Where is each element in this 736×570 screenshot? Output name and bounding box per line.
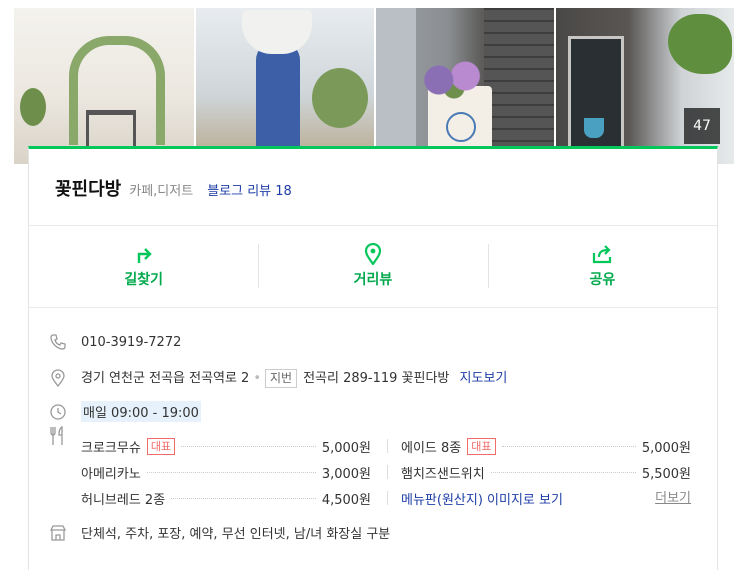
photo-1[interactable] xyxy=(14,8,194,164)
menu-row: 크로크무슈 대표 5,000원 에이드 8종 대표 5,000원 xyxy=(81,435,701,457)
menu-item-price: 4,500원 xyxy=(321,492,371,508)
fork-knife-icon xyxy=(50,426,63,445)
facilities-text: 단체석, 주차, 포장, 예약, 무선 인터넷, 남/녀 화장실 구분 xyxy=(81,527,391,542)
share-button[interactable]: 공유 xyxy=(487,226,717,306)
menu-item[interactable]: 크로크무슈 대표 5,000원 xyxy=(81,435,371,457)
address-row: 경기 연천군 전곡읍 전곡역로 2 • 지번 전곡리 289-119 꽃핀다방 지도보… xyxy=(49,367,507,388)
phone-number[interactable]: 010-3919-7272 xyxy=(81,335,181,350)
map-link[interactable]: 지도보기 xyxy=(460,371,508,386)
menu-row: 허니브레드 2종 4,500원 메뉴판(원산지) 이미지로 보기 더보기 xyxy=(81,487,701,509)
store-icon xyxy=(49,524,67,541)
blog-review-link[interactable]: 블로그 리뷰 18 xyxy=(207,180,292,199)
photo-count-badge[interactable]: 47 xyxy=(684,108,720,144)
place-title[interactable]: 꽃핀다방 xyxy=(55,175,121,201)
menu-item-price: 5,000원 xyxy=(321,440,371,456)
jibun-badge: 지번 xyxy=(265,369,298,388)
signature-badge: 대표 xyxy=(146,437,176,455)
separator-dot: • xyxy=(253,371,261,386)
place-category: 카페,디저트 xyxy=(129,184,194,199)
location-icon xyxy=(51,368,65,387)
facilities-row: 단체석, 주차, 포장, 예약, 무선 인터넷, 남/녀 화장실 구분 xyxy=(49,523,390,542)
menu-item-price: 5,500원 xyxy=(641,466,691,482)
menu-item[interactable]: 햄치즈샌드위치 5,500원 xyxy=(401,461,691,483)
more-link[interactable]: 더보기 xyxy=(655,487,691,506)
menu-item-name: 크로크무슈 xyxy=(81,440,141,456)
menu-image-row: 메뉴판(원산지) 이미지로 보기 더보기 xyxy=(401,487,691,509)
menu-item[interactable]: 허니브레드 2종 4,500원 xyxy=(81,487,371,509)
menu-item-name: 에이드 8종 xyxy=(401,440,462,456)
menu-item[interactable]: 에이드 8종 대표 5,000원 xyxy=(401,435,691,457)
share-icon xyxy=(593,245,612,264)
street-view-label: 거리뷰 xyxy=(353,272,393,288)
photo-2[interactable] xyxy=(196,8,374,164)
road-address: 경기 연천군 전곡읍 전곡역로 2 xyxy=(81,371,250,386)
menu-item-price: 5,000원 xyxy=(641,440,691,456)
share-label: 공유 xyxy=(589,272,616,288)
hours-row: 매일 09:00 - 19:00 xyxy=(49,401,201,422)
directions-label: 길찾기 xyxy=(124,272,163,288)
photo-3[interactable] xyxy=(376,8,554,164)
menu-image-link[interactable]: 메뉴판(원산지) 이미지로 보기 xyxy=(401,489,563,508)
street-view-button[interactable]: 거리뷰 xyxy=(258,226,487,306)
menu-item[interactable]: 아메리카노 3,000원 xyxy=(81,461,371,483)
phone-icon xyxy=(50,334,66,350)
place-header: 꽃핀다방 카페,디저트 블로그 리뷰 18 xyxy=(55,175,292,201)
phone-row: 010-3919-7272 xyxy=(49,333,181,351)
business-hours[interactable]: 매일 09:00 - 19:00 xyxy=(81,401,201,422)
jibun-address: 전곡리 289-119 꽃핀다방 xyxy=(303,371,450,386)
photo-strip[interactable]: 47 xyxy=(14,8,734,164)
location-pin-icon xyxy=(364,243,382,265)
place-card: 꽃핀다방 카페,디저트 블로그 리뷰 18 길찾기 거리뷰 공유 010-391… xyxy=(28,146,718,570)
photo-4[interactable]: 47 xyxy=(556,8,734,164)
menu-item-name: 햄치즈샌드위치 xyxy=(401,466,485,482)
menu-item-price: 3,000원 xyxy=(321,466,371,482)
directions-button[interactable]: 길찾기 xyxy=(29,226,258,306)
menu-item-name: 허니브레드 2종 xyxy=(81,492,166,508)
menu-row: 아메리카노 3,000원 햄치즈샌드위치 5,500원 xyxy=(81,461,701,483)
menu-item-name: 아메리카노 xyxy=(81,466,141,482)
divider xyxy=(29,307,717,308)
route-icon xyxy=(137,248,152,263)
clock-icon xyxy=(50,403,66,420)
action-bar: 길찾기 거리뷰 공유 xyxy=(29,226,717,306)
signature-badge: 대표 xyxy=(467,437,496,455)
